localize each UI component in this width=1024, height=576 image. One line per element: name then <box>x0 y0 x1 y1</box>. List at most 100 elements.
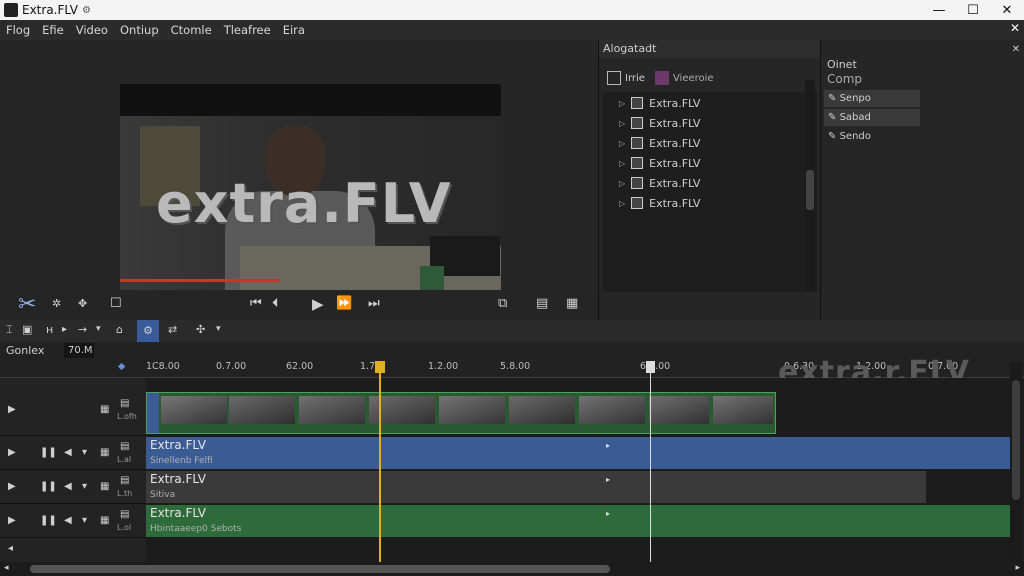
out-point-line[interactable] <box>650 362 651 562</box>
playhead-line[interactable] <box>379 362 381 562</box>
list-item[interactable]: ▷ Extra.FLV <box>619 154 700 172</box>
expand-arrow-icon[interactable]: ▷ <box>619 199 625 208</box>
play-icon[interactable]: ▶ <box>312 295 324 313</box>
audio-track-1-header[interactable]: ▶ ❚❚ ◀ ▾ ▦ ▤ L.al <box>0 436 146 470</box>
arrow-tool-icon[interactable]: → <box>78 323 87 336</box>
menu-item-ctomle[interactable]: Ctomle <box>171 23 212 37</box>
folder-icon[interactable]: ▣ <box>22 323 32 336</box>
menu-item-efie[interactable]: Efie <box>42 23 64 37</box>
list-item[interactable]: ▷ Extra.FLV <box>619 134 700 152</box>
list-item[interactable]: ▷ Extra.FLV <box>619 194 700 212</box>
scroll-right-icon[interactable]: ▸ <box>1015 563 1020 573</box>
track-dropdown-icon[interactable]: ▾ <box>82 447 87 458</box>
menu-item-eira[interactable]: Eira <box>283 23 305 37</box>
panel-close-icon[interactable]: ✕ <box>1010 21 1020 35</box>
track-mute-icon[interactable]: ◀ <box>64 447 72 458</box>
track-3-clip[interactable]: Extra.FLV Hbintaaeep0 Sebots ▸ <box>146 505 1010 537</box>
track-grid-icon[interactable]: ▦ <box>100 481 109 492</box>
list-item[interactable]: ▷ Extra.FLV <box>619 174 700 192</box>
magnet-icon[interactable]: ✣ <box>196 323 205 336</box>
effect-button-senpo[interactable]: ✎ Senpo <box>824 90 920 107</box>
track-dropdown-icon[interactable]: ▾ <box>82 481 87 492</box>
track-file-icon[interactable]: ▤ <box>120 509 129 520</box>
menu-item-video[interactable]: Video <box>76 23 108 37</box>
step-back-icon[interactable]: ⏴ <box>272 296 279 311</box>
marker-icon[interactable]: ʜ <box>46 323 53 336</box>
track-mute-icon[interactable]: ◀ <box>64 515 72 526</box>
list-view-icon[interactable]: ▦ <box>566 296 578 311</box>
audio-track-3-header[interactable]: ▶ ❚❚ ◀ ▾ ▦ ▤ L.ol <box>0 504 146 538</box>
split-view-icon[interactable]: ▤ <box>536 296 548 311</box>
track-1-lane[interactable]: Extra.FLV Sinellenb Felfi ▸ <box>146 436 1010 470</box>
move-icon[interactable]: ✥ <box>78 297 87 310</box>
expand-arrow-icon[interactable]: ▷ <box>619 99 625 108</box>
media-tab2-label[interactable]: Vieeroie <box>673 73 714 84</box>
snap-toggle-icon[interactable]: ⚙ <box>137 320 159 342</box>
dropdown-icon-2[interactable]: ▾ <box>216 324 221 334</box>
track-file-icon[interactable]: ▤ <box>120 441 129 452</box>
close-button[interactable]: ✕ <box>990 3 1024 18</box>
expand-arrow-icon[interactable]: ▷ <box>619 139 625 148</box>
timeline-vertical-scrollbar-thumb[interactable] <box>1012 380 1020 500</box>
effect-button-sendo[interactable]: ✎ Sendo <box>824 128 920 145</box>
menu-item-tleafree[interactable]: Tleafree <box>224 23 271 37</box>
track-2-clip[interactable]: Extra.FLV Sitiva ▸ <box>146 471 926 503</box>
expand-arrow-icon[interactable]: ▷ <box>619 159 625 168</box>
fx-panel-close-icon[interactable]: ✕ <box>1012 44 1020 55</box>
thumbnail-icon[interactable] <box>654 71 669 85</box>
grid-icon[interactable] <box>607 71 621 85</box>
track-expand-icon[interactable]: ▶ <box>8 481 16 492</box>
scroll-left-icon[interactable]: ◂ <box>4 563 9 573</box>
track-dropdown-icon[interactable]: ▾ <box>82 515 87 526</box>
skip-end-icon[interactable]: ⏭ <box>368 296 380 311</box>
razor-icon[interactable]: ⌶ <box>6 323 13 337</box>
track-file-icon[interactable]: ▤ <box>120 475 129 486</box>
timeline-empty-area[interactable] <box>146 538 1010 562</box>
trash-icon[interactable]: ⌂ <box>116 323 123 336</box>
video-track-header[interactable]: ▶ ▦ ▤ L.ofh <box>0 378 146 436</box>
menu-item-flog[interactable]: Flog <box>6 23 30 37</box>
expand-arrow-icon[interactable]: ▷ <box>619 119 625 128</box>
track-1-clip[interactable]: Extra.FLV Sinellenb Felfi ▸ <box>146 437 1010 469</box>
track-expand-icon[interactable]: ▶ <box>8 404 16 415</box>
minimize-button[interactable]: — <box>922 3 956 18</box>
track-pause-icon[interactable]: ❚❚ <box>40 481 57 492</box>
track-expand-icon[interactable]: ▶ <box>8 447 16 458</box>
media-scrollbar[interactable] <box>805 80 815 290</box>
media-scrollbar-thumb[interactable] <box>806 170 814 210</box>
track-grid-icon[interactable]: ▦ <box>100 515 109 526</box>
link-icon[interactable]: ⇄ <box>168 323 177 336</box>
snapshot-icon[interactable]: ⧉ <box>498 296 507 311</box>
skip-start-icon[interactable]: ⏮ <box>250 296 262 311</box>
track-mute-icon[interactable]: ◀ <box>64 481 72 492</box>
maximize-button[interactable]: ☐ <box>956 3 990 18</box>
fast-forward-icon[interactable]: ⏩ <box>336 296 352 311</box>
settings-gear-icon[interactable]: ⚙ <box>82 5 91 16</box>
track-expand-icon[interactable]: ▶ <box>8 515 16 526</box>
expand-arrow-icon[interactable]: ▷ <box>619 179 625 188</box>
audio-track-2-header[interactable]: ▶ ❚❚ ◀ ▾ ▦ ▤ L.th <box>0 470 146 504</box>
dropdown-icon[interactable]: ▾ <box>96 324 101 334</box>
media-tab-label[interactable]: Irrie <box>625 73 645 84</box>
zoom-input[interactable]: 70.M <box>64 343 94 358</box>
effect-button-sabad[interactable]: ✎ Sabad <box>824 109 920 126</box>
video-clip[interactable] <box>146 392 776 434</box>
scissors-icon[interactable]: ✂ <box>18 292 36 317</box>
select-icon[interactable]: ▸ <box>62 324 67 335</box>
clip-handle[interactable] <box>147 393 159 433</box>
track-3-lane[interactable]: Extra.FLV Hbintaaeep0 Sebots ▸ <box>146 504 1010 538</box>
video-preview[interactable]: extra.FLV <box>120 84 501 322</box>
crop-icon[interactable]: ☐ <box>110 296 122 311</box>
list-item[interactable]: ▷ Extra.FLV <box>619 94 700 112</box>
collapse-tracks-icon[interactable]: ◂ <box>8 543 13 554</box>
track-grid-icon[interactable]: ▦ <box>100 404 109 415</box>
menu-item-ontiup[interactable]: Ontiup <box>120 23 159 37</box>
track-pause-icon[interactable]: ❚❚ <box>40 447 57 458</box>
track-pause-icon[interactable]: ❚❚ <box>40 515 57 526</box>
timeline-horizontal-scrollbar-thumb[interactable] <box>30 565 610 573</box>
video-track-lane[interactable] <box>146 378 1010 436</box>
list-item[interactable]: ▷ Extra.FLV <box>619 114 700 132</box>
track-file-icon[interactable]: ▤ <box>120 398 129 409</box>
ripple-icon[interactable]: ✲ <box>52 297 61 310</box>
track-grid-icon[interactable]: ▦ <box>100 447 109 458</box>
